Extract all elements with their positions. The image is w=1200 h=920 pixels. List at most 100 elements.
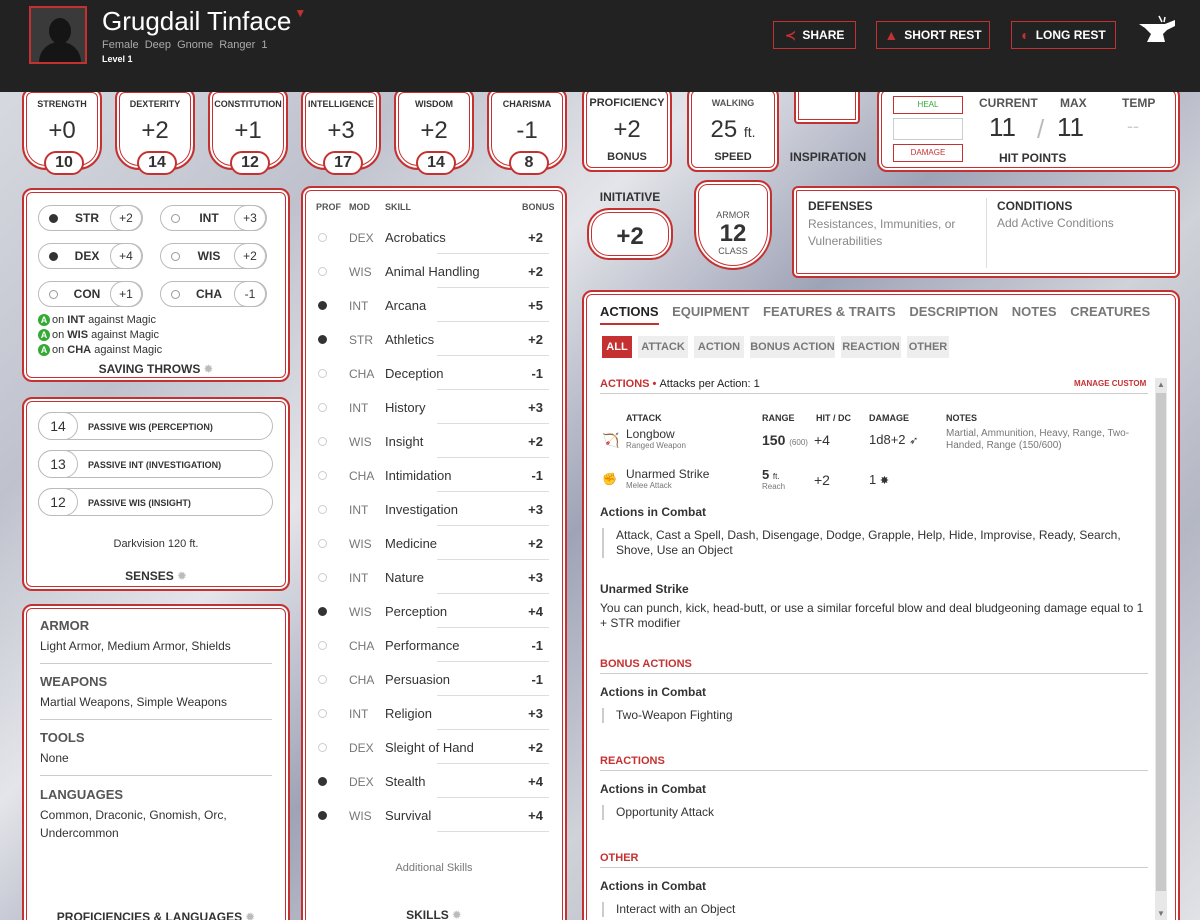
filter-action[interactable]: ACTION: [694, 336, 744, 358]
manage-custom-link[interactable]: MANAGE CUSTOM: [1074, 379, 1146, 388]
conditions-text[interactable]: Add Active Conditions: [997, 216, 1114, 230]
ability-intelligence[interactable]: INTELLIGENCE +3 17: [301, 88, 381, 175]
skill-row[interactable]: WIS Medicine +2: [303, 526, 553, 560]
skill-row[interactable]: DEX Sleight of Hand +2: [303, 730, 553, 764]
skill-row[interactable]: WIS Animal Handling +2: [303, 254, 553, 288]
skill-row[interactable]: INT Nature +3: [303, 560, 553, 594]
save-wis[interactable]: WIS +2: [160, 243, 267, 269]
long-rest-button[interactable]: ◐ LONG REST: [1011, 21, 1116, 49]
proficiency-dot: [318, 709, 327, 718]
gear-icon: ✹: [203, 362, 214, 376]
skill-row[interactable]: INT Religion +3: [303, 696, 553, 730]
tab-description[interactable]: DESCRIPTION: [909, 304, 998, 319]
senses-title[interactable]: SENSES ✹: [24, 569, 288, 583]
actions-scrollbar[interactable]: ▲ ▼: [1155, 378, 1167, 920]
skill-name: Deception: [385, 366, 444, 381]
filter-attack[interactable]: ATTACK: [638, 336, 688, 358]
skill-name: Religion: [385, 706, 432, 721]
initiative-label: INITIATIVE: [599, 190, 661, 204]
save-int[interactable]: INT +3: [160, 205, 267, 231]
proficiency-dot: [318, 607, 327, 616]
skill-row[interactable]: DEX Stealth +4: [303, 764, 553, 798]
skill-bonus: -1: [531, 672, 543, 687]
share-button[interactable]: ≺ SHARE: [773, 21, 856, 49]
skill-modifier: WIS: [349, 809, 372, 823]
skill-name: Medicine: [385, 536, 438, 551]
avatar[interactable]: [29, 6, 87, 64]
skill-row[interactable]: CHA Persuasion -1: [303, 662, 553, 696]
skill-modifier: CHA: [349, 639, 375, 653]
bonus-action-item[interactable]: Two-Weapon Fighting: [602, 708, 1147, 723]
tab-features-traits[interactable]: FEATURES & TRAITS: [763, 304, 896, 319]
skill-row[interactable]: WIS Survival +4: [303, 798, 553, 832]
scroll-up-icon: ▲: [1157, 380, 1165, 389]
advantage-icon: A: [38, 329, 50, 341]
skill-row[interactable]: CHA Deception -1: [303, 356, 553, 390]
filter-bonus-action[interactable]: BONUS ACTION: [750, 336, 835, 358]
ability-score: 8: [509, 151, 549, 175]
ability-modifier: +3: [327, 117, 355, 144]
ability-dexterity[interactable]: DEXTERITY +2 14: [115, 88, 195, 175]
proficiency-dot: [318, 437, 327, 446]
proficiency-armor: ARMOR Light Armor, Medium Armor, Shields: [40, 618, 272, 664]
hp-current[interactable]: 11: [989, 112, 1016, 143]
skill-row[interactable]: STR Athletics +2: [303, 322, 553, 356]
saving-throws-title[interactable]: SAVING THROWS ✹: [24, 362, 288, 376]
tab-equipment[interactable]: EQUIPMENT: [672, 304, 749, 319]
save-cha[interactable]: CHA -1: [160, 281, 267, 307]
proficiency-dot: [318, 335, 327, 344]
actions-in-combat-list[interactable]: Attack, Cast a Spell, Dash, Disengage, D…: [602, 528, 1147, 558]
skill-row[interactable]: CHA Intimidation -1: [303, 458, 553, 492]
reaction-item[interactable]: Opportunity Attack: [602, 805, 1147, 820]
skill-bonus: +3: [528, 570, 543, 585]
proficiencies-title[interactable]: PROFICIENCIES & LANGUAGES ✹: [24, 910, 288, 920]
defenses-conditions-box: DEFENSES Resistances, Immunities, or Vul…: [792, 186, 1180, 278]
initiative-box[interactable]: +2: [587, 208, 673, 260]
other-title: OTHER: [600, 852, 639, 864]
defenses-text[interactable]: Resistances, Immunities, or Vulnerabilit…: [808, 216, 978, 250]
tab-notes[interactable]: NOTES: [1012, 304, 1057, 319]
tab-creatures[interactable]: CREATURES: [1070, 304, 1150, 319]
short-rest-button[interactable]: ▲ SHORT REST: [876, 21, 990, 49]
ability-score: 12: [230, 151, 270, 175]
character-name[interactable]: Grugdail Tinface ▼: [102, 6, 306, 37]
content-tabs: ACTIONS EQUIPMENT FEATURES & TRAITS DESC…: [600, 304, 1160, 325]
ability-wisdom[interactable]: WISDOM +2 14: [394, 88, 474, 175]
tab-actions[interactable]: ACTIONS: [600, 304, 659, 325]
actions-panel: ACTIONS EQUIPMENT FEATURES & TRAITS DESC…: [582, 290, 1180, 920]
proficiency-dot: [318, 369, 327, 378]
save-str[interactable]: STR +2: [38, 205, 143, 231]
damage-button[interactable]: DAMAGE: [893, 144, 963, 162]
ability-modifier: -1: [516, 117, 538, 144]
save-con[interactable]: CON +1: [38, 281, 143, 307]
skill-row[interactable]: INT History +3: [303, 390, 553, 424]
other-item[interactable]: Interact with an Object: [602, 902, 1147, 917]
filter-other[interactable]: OTHER: [907, 336, 949, 358]
skill-bonus: +2: [528, 740, 543, 755]
additional-skills-link[interactable]: Additional Skills: [303, 862, 565, 874]
skill-row[interactable]: DEX Acrobatics +2: [303, 220, 553, 254]
anvil-icon[interactable]: [1137, 14, 1177, 48]
proficiencies-box: ARMOR Light Armor, Medium Armor, Shields …: [22, 604, 290, 920]
proficiency-weapons: WEAPONS Martial Weapons, Simple Weapons: [40, 674, 272, 720]
filter-reaction[interactable]: REACTION: [841, 336, 901, 358]
heal-button[interactable]: HEAL: [893, 96, 963, 114]
skill-row[interactable]: CHA Performance -1: [303, 628, 553, 662]
hp-temp[interactable]: --: [1127, 116, 1139, 137]
scroll-thumb[interactable]: [1156, 393, 1166, 891]
ability-constitution[interactable]: CONSTITUTION +1 12: [208, 88, 288, 175]
skill-row[interactable]: INT Arcana +5: [303, 288, 553, 322]
bow-icon: 🏹: [602, 432, 620, 448]
inspiration-label: INSPIRATION: [789, 150, 867, 164]
skill-row[interactable]: WIS Perception +4: [303, 594, 553, 628]
skills-title[interactable]: SKILLS ✹: [303, 908, 565, 920]
save-dex[interactable]: DEX +4: [38, 243, 143, 269]
skill-row[interactable]: WIS Insight +2: [303, 424, 553, 458]
ability-strength[interactable]: STRENGTH +0 10: [22, 88, 102, 175]
filter-all[interactable]: ALL: [602, 336, 632, 358]
ability-charisma[interactable]: CHARISMA -1 8: [487, 88, 567, 175]
hp-amount-input[interactable]: [893, 118, 963, 140]
skill-bonus: +3: [528, 706, 543, 721]
caret-down-icon[interactable]: ▼: [294, 6, 306, 20]
skill-row[interactable]: INT Investigation +3: [303, 492, 553, 526]
